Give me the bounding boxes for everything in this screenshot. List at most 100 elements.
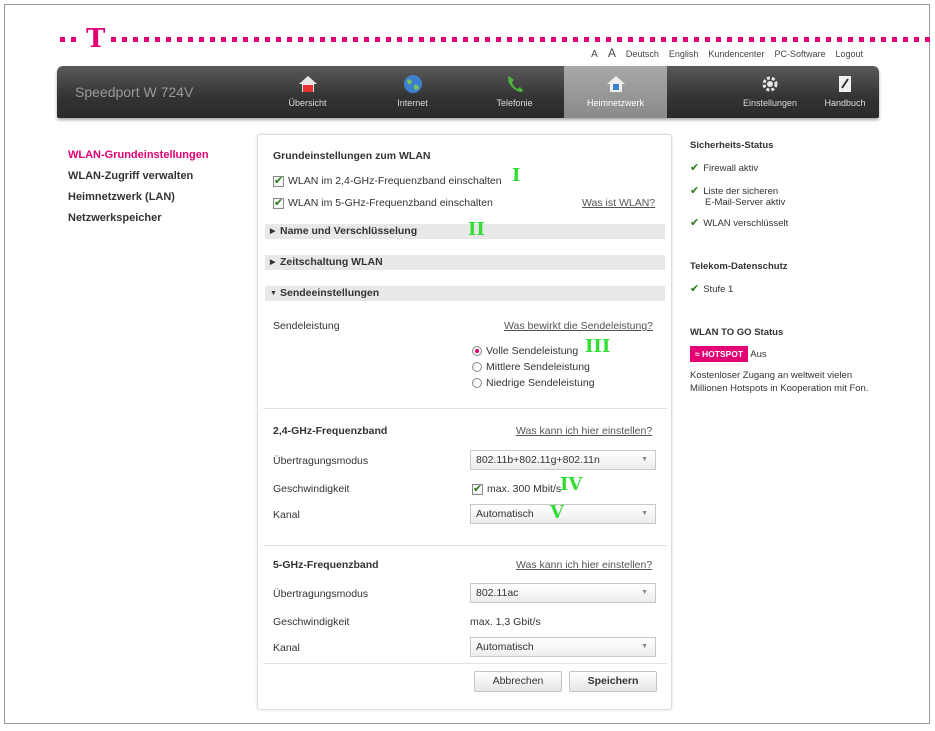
font-large-link[interactable]: A <box>608 46 616 60</box>
band24-mode-label: Übertragungsmodus <box>273 455 369 467</box>
tab-internet[interactable]: Internet <box>375 66 450 118</box>
marker-v: V <box>550 502 564 523</box>
check-icon: ✔ <box>690 185 700 197</box>
tab-einstellungen[interactable]: Einstellungen <box>735 66 805 118</box>
tab-label: Handbuch <box>824 98 866 108</box>
section-send-settings[interactable]: ▼ Sendeeinstellungen <box>265 286 665 301</box>
togo-text: Kostenloser Zugang an weltweit vielen Mi… <box>690 369 870 395</box>
tab-label: Heimnetzwerk <box>586 98 644 108</box>
band24-title: 2,4-GHz-Frequenzband <box>273 425 388 437</box>
band24-help-link[interactable]: Was kann ich hier einstellen? <box>516 425 652 437</box>
section-name-encryption[interactable]: ▶ Name und Verschlüsselung <box>265 224 665 239</box>
band24-speed-label: Geschwindigkeit <box>273 483 350 495</box>
status-item: ✔ Stufe 1 <box>690 282 870 295</box>
hotspot-state: Aus <box>750 349 767 360</box>
divider <box>263 408 667 409</box>
pc-software-link[interactable]: PC-Software <box>774 49 825 59</box>
band24-mode-select[interactable]: 802.11b+802.11g+802.11n ▼ <box>470 450 656 470</box>
check-icon: ✔ <box>690 283 700 295</box>
status-item: ✔ WLAN verschlüsselt <box>690 216 870 229</box>
save-button[interactable]: Speichern <box>569 671 657 692</box>
privacy-title: Telekom-Datenschutz <box>690 261 788 272</box>
leftnav-netzwerkspeicher[interactable]: Netzwerkspeicher <box>68 208 209 229</box>
status-text: Liste der sicheren <box>703 186 779 197</box>
leftnav-wlan-grundeinstellungen[interactable]: WLAN-Grundeinstellungen <box>68 145 209 166</box>
lang-deutsch-link[interactable]: Deutsch <box>626 49 659 59</box>
check-icon: ✔ <box>690 217 700 229</box>
marker-i: I <box>512 165 521 186</box>
chevron-down-icon: ▼ <box>641 643 648 650</box>
tab-label: Internet <box>397 98 428 108</box>
radio-full-power[interactable]: Volle Sendeleistung <box>472 345 578 357</box>
what-is-wlan-link[interactable]: Was ist WLAN? <box>582 197 655 209</box>
wlan5-checkbox[interactable] <box>273 196 284 209</box>
section-label: Name und Verschlüsselung <box>280 225 418 237</box>
left-nav: WLAN-Grundeinstellungen WLAN-Zugriff ver… <box>68 145 209 229</box>
radio-low-power[interactable]: Niedrige Sendeleistung <box>472 377 595 389</box>
gear-icon <box>762 76 778 92</box>
status-item: ✔ Liste der sicheren <box>690 184 870 197</box>
wlan5-label: WLAN im 5-GHz-Frequenzband einschalten <box>288 197 493 209</box>
status-item: ✔ Firewall aktiv <box>690 161 870 174</box>
speed-value: max. 300 Mbit/s <box>487 483 562 495</box>
lang-english-link[interactable]: English <box>669 49 699 59</box>
radio-label: Volle Sendeleistung <box>486 345 579 357</box>
status-text: Stufe 1 <box>703 284 734 295</box>
leftnav-wlan-zugriff[interactable]: WLAN-Zugriff verwalten <box>68 166 209 187</box>
radio-label: Niedrige Sendeleistung <box>486 377 595 389</box>
tab-uebersicht[interactable]: Übersicht <box>270 66 345 118</box>
tab-label: Übersicht <box>288 98 327 108</box>
togo-line: Kostenloser Zugang an weltweit vielen <box>690 370 853 381</box>
font-small-link[interactable]: A <box>591 49 598 60</box>
cancel-button[interactable]: Abbrechen <box>474 671 562 692</box>
sendeleistung-help-link[interactable]: Was bewirkt die Sendeleistung? <box>504 320 653 332</box>
band5-mode-label: Übertragungsmodus <box>273 588 369 600</box>
main-nav: Speedport W 724V Übersicht Internet Tele… <box>57 66 879 118</box>
divider <box>263 545 667 546</box>
sendeleistung-label: Sendeleistung <box>273 320 340 332</box>
marker-iii: III <box>585 336 611 357</box>
wlan24-label: WLAN im 2,4-GHz-Frequenzband einschalten <box>288 175 502 187</box>
wlan24-toggle[interactable]: WLAN im 2,4-GHz-Frequenzband einschalten <box>273 174 502 187</box>
leftnav-heimnetzwerk-lan[interactable]: Heimnetzwerk (LAN) <box>68 187 209 208</box>
home-icon <box>298 76 317 92</box>
manual-icon <box>839 76 851 92</box>
top-links: A A Deutsch English Kundencenter PC-Soft… <box>591 46 863 60</box>
radio-button[interactable] <box>472 346 482 357</box>
check-icon: ✔ <box>690 162 700 174</box>
band5-help-link[interactable]: Was kann ich hier einstellen? <box>516 559 652 571</box>
tab-label: Einstellungen <box>742 98 798 108</box>
tab-heimnetzwerk[interactable]: Heimnetzwerk <box>564 66 667 118</box>
tab-handbuch[interactable]: Handbuch <box>815 66 875 118</box>
select-value: Automatisch <box>476 508 534 520</box>
kundencenter-link[interactable]: Kundencenter <box>708 49 764 59</box>
section-label: Zeitschaltung WLAN <box>280 256 383 268</box>
select-value: 802.11b+802.11g+802.11n <box>476 454 600 466</box>
radio-medium-power[interactable]: Mittlere Sendeleistung <box>472 361 590 373</box>
band5-mode-select[interactable]: 802.11ac ▼ <box>470 583 656 603</box>
band5-channel-select[interactable]: Automatisch ▼ <box>470 637 656 657</box>
logo-letter: T <box>86 24 106 54</box>
radio-button[interactable] <box>472 362 482 373</box>
status-text: Firewall aktiv <box>703 163 759 174</box>
radio-button[interactable] <box>472 378 482 389</box>
hotspot-badge[interactable]: ≈ HOTSPOT <box>690 346 749 362</box>
band24-speed-toggle[interactable]: max. 300 Mbit/s <box>472 482 562 495</box>
home-network-icon <box>606 76 625 92</box>
globe-icon <box>403 75 422 93</box>
speed-checkbox[interactable] <box>472 482 483 495</box>
tab-label: Telefonie <box>496 98 533 108</box>
section-timer[interactable]: ▶ Zeitschaltung WLAN <box>265 255 665 270</box>
band5-speed-value: max. 1,3 Gbit/s <box>470 616 541 628</box>
logout-link[interactable]: Logout <box>835 49 863 59</box>
wlan24-checkbox[interactable] <box>273 174 284 187</box>
security-status-title: Sicherheits-Status <box>690 140 774 151</box>
marker-iv: IV <box>560 474 583 495</box>
marker-ii: II <box>468 219 485 240</box>
band24-channel-label: Kanal <box>273 509 300 521</box>
band5-title: 5-GHz-Frequenzband <box>273 559 379 571</box>
togo-line: Millionen Hotspots in Kooperation mit Fo… <box>690 383 869 394</box>
expand-arrow-icon: ▶ <box>270 259 276 266</box>
wlan5-toggle[interactable]: WLAN im 5-GHz-Frequenzband einschalten <box>273 196 493 209</box>
tab-telefonie[interactable]: Telefonie <box>477 66 552 118</box>
